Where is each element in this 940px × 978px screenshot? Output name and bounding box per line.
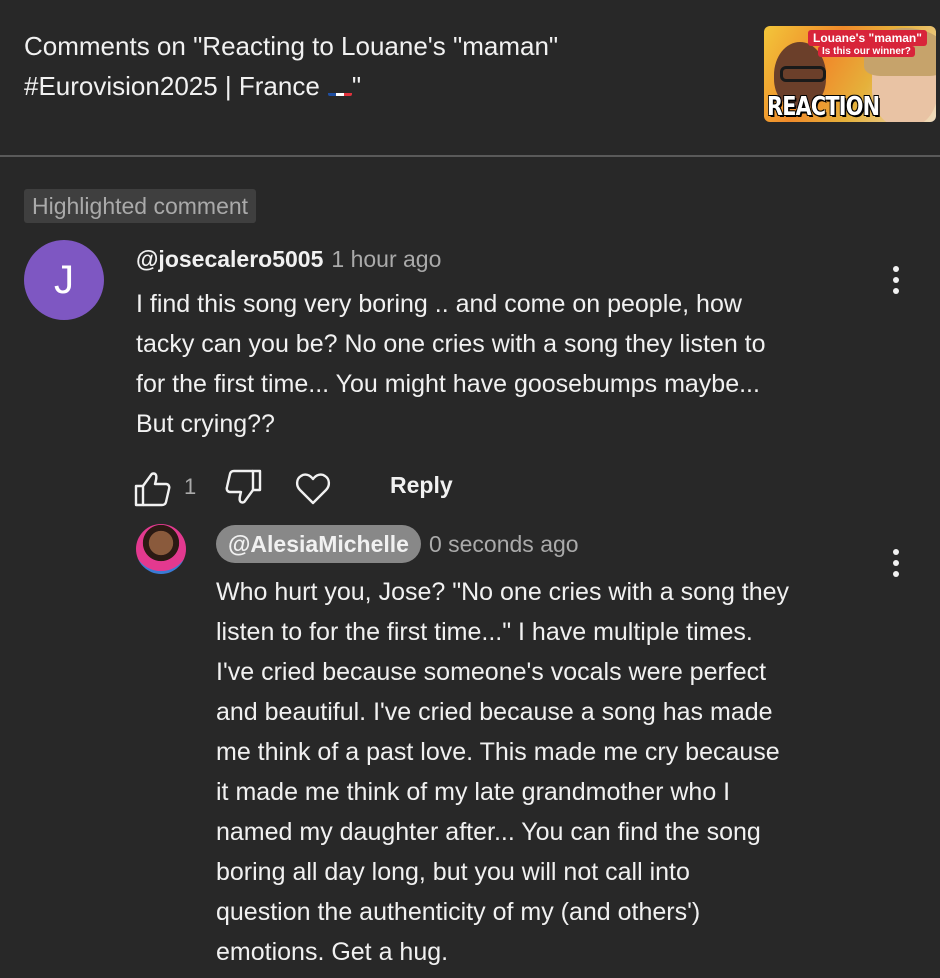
reply-line: emotions. Get a hug.: [216, 938, 449, 966]
page-title: Comments on "Reacting to Louane's "maman…: [24, 26, 644, 106]
comment-more-icon[interactable]: [886, 263, 906, 299]
like-count: 1: [184, 474, 197, 499]
thumbnail-reaction-label: REACTION: [767, 92, 880, 122]
comment-meta: @josecalero5005 1 hour ago: [136, 244, 441, 274]
comment-line: tacky can you be? No one cries with a so…: [136, 330, 766, 358]
reply-line: listen to for the first time..." I have …: [216, 618, 753, 646]
reply-line: Who hurt you, Jose? "No one cries with a…: [216, 578, 790, 606]
thumbnail-subtitle-tag: Is this our winner?: [818, 46, 915, 57]
commenter-avatar[interactable]: J: [24, 240, 104, 320]
comment-line: But crying??: [136, 410, 275, 438]
thumbnail-title-tag: Louane's "maman": [808, 30, 927, 46]
reply-button[interactable]: Reply: [390, 472, 453, 499]
comment-time[interactable]: 1 hour ago: [331, 246, 441, 272]
reply-line: me think of a past love. This made me cr…: [216, 738, 780, 766]
reply-line: named my daughter after... You can find …: [216, 818, 761, 846]
title-end-quote: ": [351, 71, 362, 101]
comment-line: I find this song very boring .. and come…: [136, 290, 742, 318]
reply-meta: @AlesiaMichelle 0 seconds ago: [216, 525, 579, 563]
reply-author-chip[interactable]: @AlesiaMichelle: [216, 525, 421, 563]
title-line-2: #Eurovision2025 | France: [24, 71, 320, 101]
reply-line: boring all day long, but you will not ca…: [216, 858, 690, 886]
reply-author-avatar[interactable]: [136, 524, 186, 574]
reply-line: I've cried because someone's vocals were…: [216, 658, 767, 686]
comments-header: Comments on "Reacting to Louane's "maman…: [0, 0, 940, 157]
title-line-1: Comments on "Reacting to Louane's "maman…: [24, 31, 559, 61]
highlighted-comment-badge: Highlighted comment: [24, 189, 257, 223]
comment-actions: 1 Reply: [132, 468, 492, 508]
thumbs-up-icon[interactable]: [132, 468, 172, 508]
comment-line: for the first time... You might have goo…: [136, 370, 760, 398]
reply-line: and beautiful. I've cried because a song…: [216, 698, 773, 726]
reply-line: it made me think of my late grandmother …: [216, 778, 731, 806]
france-flag-icon: [327, 80, 352, 96]
comments-page: Comments on "Reacting to Louane's "maman…: [0, 0, 940, 978]
comment-body: I find this song very boring .. and come…: [136, 284, 766, 444]
reply-time[interactable]: 0 seconds ago: [429, 531, 579, 557]
reply-line: question the authenticity of my (and oth…: [216, 898, 701, 926]
heart-icon[interactable]: [294, 468, 332, 508]
reply-more-icon[interactable]: [886, 546, 906, 582]
thumbs-down-icon[interactable]: [224, 468, 264, 508]
video-thumbnail[interactable]: Louane's "maman" Is this our winner? REA…: [764, 26, 936, 122]
comment-author[interactable]: @josecalero5005: [136, 246, 323, 272]
reply-body: Who hurt you, Jose? "No one cries with a…: [216, 572, 789, 972]
